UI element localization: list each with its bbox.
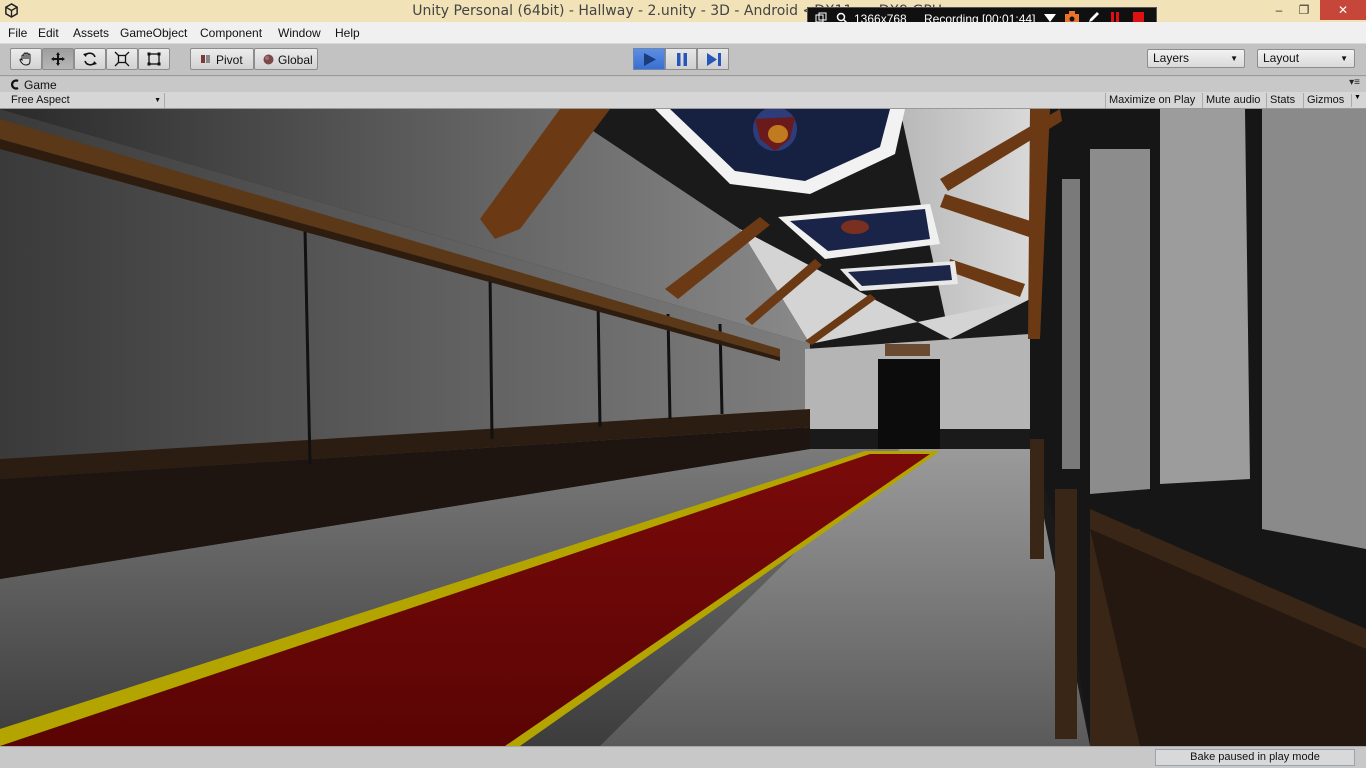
rotate-icon xyxy=(83,52,97,66)
menu-file[interactable]: File xyxy=(8,26,27,40)
layers-label: Layers xyxy=(1153,51,1190,65)
hallway-scene xyxy=(0,109,1366,746)
step-button[interactable] xyxy=(697,48,729,70)
game-tab-label: Game xyxy=(24,78,57,92)
hand-icon xyxy=(19,52,31,66)
menu-assets[interactable]: Assets xyxy=(73,26,109,40)
chevron-down-icon: ▼ xyxy=(154,97,161,104)
menu-bar: File Edit Assets GameObject Component Wi… xyxy=(0,22,1366,44)
restore-button[interactable]: ❐ xyxy=(1291,0,1317,20)
bake-status: Bake paused in play mode xyxy=(1155,749,1355,766)
stats-toggle[interactable]: Stats xyxy=(1266,93,1298,108)
mute-audio-toggle[interactable]: Mute audio xyxy=(1202,93,1263,108)
chevron-down-icon: ▼ xyxy=(1340,54,1348,63)
game-view-controls: Free Aspect ▼ Maximize on Play Mute audi… xyxy=(0,92,1366,109)
aspect-dropdown[interactable]: Free Aspect ▼ xyxy=(5,93,165,108)
panel-menu-icon[interactable]: ▾≡ xyxy=(1349,77,1360,88)
pivot-label: Pivot xyxy=(216,53,243,67)
chevron-down-icon[interactable]: ▼ xyxy=(1351,94,1361,107)
window-title: Unity Personal (64bit) - Hallway - 2.uni… xyxy=(412,3,954,19)
globe-icon xyxy=(263,54,274,65)
rect-tool-button[interactable] xyxy=(138,48,170,70)
layout-label: Layout xyxy=(1263,51,1300,65)
hand-tool-button[interactable] xyxy=(10,48,42,70)
play-icon xyxy=(644,53,656,66)
scale-icon xyxy=(114,51,130,67)
minimize-button[interactable]: – xyxy=(1266,0,1292,20)
maximize-on-play-toggle[interactable]: Maximize on Play xyxy=(1105,93,1198,108)
pivot-icon xyxy=(201,55,210,63)
pivot-toggle[interactable]: Pivot xyxy=(190,48,254,70)
game-tab[interactable]: Game ▾≡ xyxy=(0,77,1366,92)
pause-button[interactable] xyxy=(665,48,697,70)
menu-component[interactable]: Component xyxy=(200,26,262,40)
layout-dropdown[interactable]: Layout ▼ xyxy=(1257,49,1355,68)
global-label: Global xyxy=(278,53,313,67)
scale-tool-button[interactable] xyxy=(106,48,138,70)
move-icon xyxy=(51,52,65,66)
layers-dropdown[interactable]: Layers ▼ xyxy=(1147,49,1245,68)
rotate-tool-button[interactable] xyxy=(74,48,106,70)
menu-edit[interactable]: Edit xyxy=(38,26,59,40)
close-button[interactable]: ✕ xyxy=(1320,0,1366,20)
status-bar: Bake paused in play mode xyxy=(0,746,1366,768)
game-controller-icon xyxy=(10,79,19,90)
menu-window[interactable]: Window xyxy=(278,26,321,40)
gizmos-dropdown[interactable]: Gizmos xyxy=(1303,93,1347,108)
step-icon xyxy=(707,53,721,66)
global-toggle[interactable]: Global xyxy=(254,48,318,70)
menu-gameobject[interactable]: GameObject xyxy=(120,26,187,40)
play-button[interactable] xyxy=(633,48,665,70)
move-tool-button[interactable] xyxy=(42,48,74,70)
chevron-down-icon: ▼ xyxy=(1230,54,1238,63)
main-toolbar: Pivot Global Layers ▼ Layout ▼ xyxy=(0,44,1366,76)
rect-icon xyxy=(147,52,161,66)
chevron-down-icon[interactable] xyxy=(1044,14,1056,22)
pause-icon xyxy=(677,53,687,66)
aspect-label: Free Aspect xyxy=(11,94,70,106)
title-bar: Unity Personal (64bit) - Hallway - 2.uni… xyxy=(0,0,1366,22)
game-viewport[interactable] xyxy=(0,109,1366,746)
menu-help[interactable]: Help xyxy=(335,26,360,40)
